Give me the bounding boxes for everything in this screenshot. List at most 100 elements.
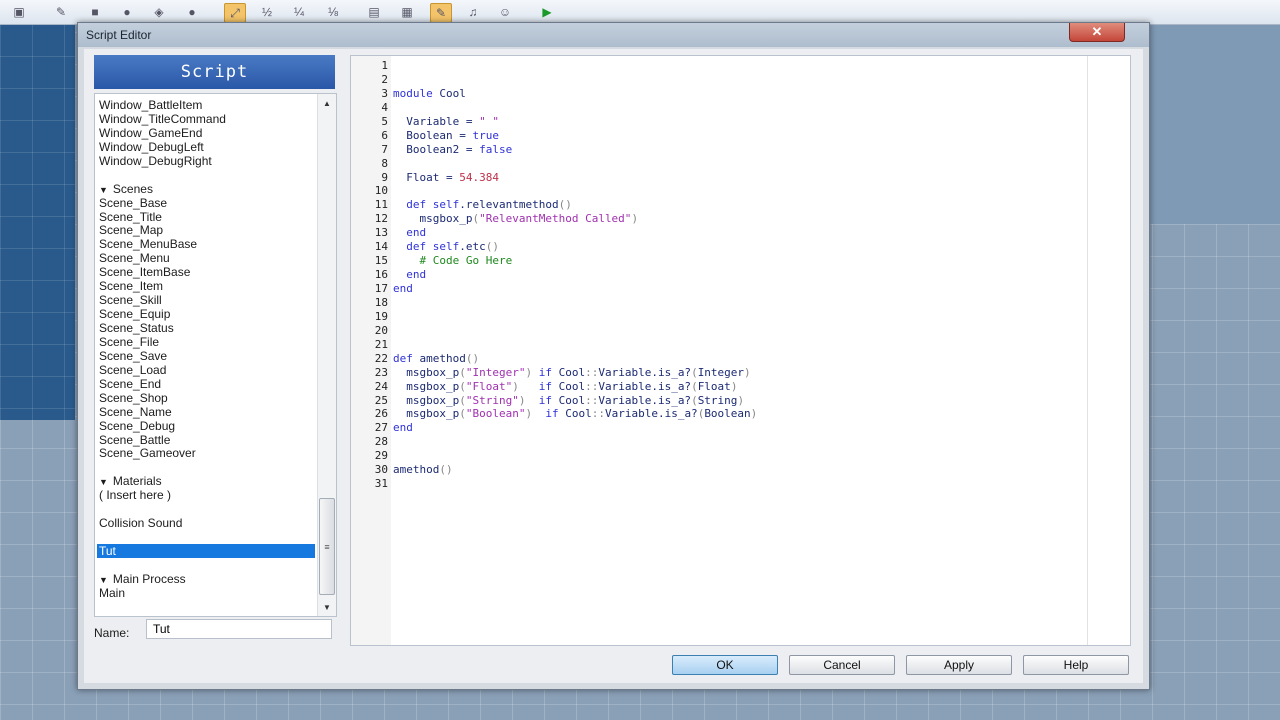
script-name-input[interactable]: [146, 619, 332, 639]
ok-button[interactable]: OK: [672, 655, 778, 675]
help-button[interactable]: Help: [1023, 655, 1129, 675]
code-line[interactable]: 7 Boolean2 = false: [351, 143, 1081, 157]
code-line[interactable]: 10: [351, 184, 1081, 198]
script-list-item[interactable]: Collision Sound: [97, 516, 315, 530]
code-line[interactable]: 19: [351, 310, 1081, 324]
character-icon[interactable]: ☺: [496, 3, 514, 21]
scroll-thumb[interactable]: ≡: [319, 498, 335, 595]
collapse-triangle-icon[interactable]: ▼: [99, 475, 108, 489]
code-line[interactable]: 2: [351, 73, 1081, 87]
cancel-button[interactable]: Cancel: [789, 655, 895, 675]
code-editor[interactable]: 1 2 3 module Cool 4 5 Variable = " " 6 Boolean…: [350, 55, 1131, 646]
script-list-item[interactable]: Window_BattleItem: [97, 98, 315, 112]
select-icon[interactable]: ⤢: [224, 3, 246, 23]
script-list-item[interactable]: Scene_Battle: [97, 433, 315, 447]
code-line[interactable]: 20: [351, 324, 1081, 338]
playtest-icon[interactable]: ▶: [538, 3, 556, 21]
code-token: (: [459, 379, 466, 393]
code-line[interactable]: 8: [351, 157, 1081, 171]
database-icon[interactable]: ▤: [365, 3, 383, 21]
script-list-item-label: Window_GameEnd: [99, 125, 203, 140]
script-list-item[interactable]: Window_DebugLeft: [97, 140, 315, 154]
script-section[interactable]: ▼ Scenes: [97, 182, 315, 196]
code-line[interactable]: 31: [351, 477, 1081, 491]
code-line[interactable]: 21: [351, 338, 1081, 352]
scroll-up-icon[interactable]: ▲: [318, 96, 336, 110]
script-list-item[interactable]: Window_DebugRight: [97, 154, 315, 168]
script-list-item[interactable]: Scene_Shop: [97, 391, 315, 405]
script-list-item[interactable]: Scene_Debug: [97, 419, 315, 433]
script-list-scrollbar[interactable]: ▲ ≡ ▼: [317, 94, 336, 616]
line-number: 20: [374, 323, 388, 337]
collapse-triangle-icon[interactable]: ▼: [99, 183, 108, 197]
window-titlebar[interactable]: Script Editor ✕: [78, 23, 1149, 47]
script-list-item[interactable]: Scene_MenuBase: [97, 237, 315, 251]
code-line[interactable]: 23 msgbox_p("Integer") if Cool::Variable…: [351, 366, 1081, 380]
script-list-item[interactable]: Window_GameEnd: [97, 126, 315, 140]
script-section[interactable]: ▼ Main Process: [97, 572, 315, 586]
pencil-icon[interactable]: ✎: [52, 3, 70, 21]
shadow-pen-icon[interactable]: ●: [183, 3, 201, 21]
script-list-item[interactable]: Scene_Load: [97, 363, 315, 377]
material-icon[interactable]: ▦: [398, 3, 416, 21]
code-line[interactable]: 4: [351, 101, 1081, 115]
ellipse-icon[interactable]: ●: [118, 3, 136, 21]
script-list-item[interactable]: Scene_Gameover: [97, 446, 315, 460]
sound-icon[interactable]: ♫: [464, 3, 482, 21]
code-token: if: [538, 393, 552, 407]
code-line[interactable]: 5 Variable = " ": [351, 115, 1081, 129]
script-list-item[interactable]: Scene_ItemBase: [97, 265, 315, 279]
script-list-item[interactable]: Window_TitleCommand: [97, 112, 315, 126]
code-line[interactable]: 24 msgbox_p("Float") if Cool::Variable.i…: [351, 380, 1081, 394]
apply-button[interactable]: Apply: [906, 655, 1012, 675]
script-list-item[interactable]: Scene_Save: [97, 349, 315, 363]
script-section[interactable]: ▼ Materials: [97, 474, 315, 488]
code-line[interactable]: 9 Float = 54.384: [351, 171, 1081, 185]
code-line[interactable]: 3 module Cool: [351, 87, 1081, 101]
script-list-item-label: Scenes: [112, 181, 153, 196]
script-list-item[interactable]: Scene_Status: [97, 321, 315, 335]
script-list-item[interactable]: Tut: [97, 544, 315, 558]
close-icon[interactable]: ✕: [1069, 23, 1125, 42]
rectangle-icon[interactable]: ■: [86, 3, 104, 21]
code-line[interactable]: 26 msgbox_p("Boolean") if Cool::Variable…: [351, 407, 1081, 421]
script-list-item-label: Scene_Gameover: [99, 446, 196, 461]
code-line[interactable]: 16 end: [351, 268, 1081, 282]
script-list-item[interactable]: Scene_Map: [97, 223, 315, 237]
line-number: 30: [374, 463, 388, 477]
code-line[interactable]: 11 def self.relevantmethod(): [351, 198, 1081, 212]
flood-fill-icon[interactable]: ◈: [150, 3, 168, 21]
code-line[interactable]: 30 amethod(): [351, 463, 1081, 477]
script-list-item[interactable]: ( Insert here ): [97, 488, 315, 502]
code-line[interactable]: 1: [351, 59, 1081, 73]
new-icon[interactable]: ▣: [10, 3, 28, 21]
code-line[interactable]: 18: [351, 296, 1081, 310]
code-line[interactable]: 28: [351, 435, 1081, 449]
collapse-triangle-icon[interactable]: ▼: [99, 573, 108, 587]
script-list-item[interactable]: Main: [97, 586, 315, 600]
code-line[interactable]: 29: [351, 449, 1081, 463]
script-list-item[interactable]: Scene_File: [97, 335, 315, 349]
script-list-item[interactable]: Scene_Name: [97, 405, 315, 419]
code-line[interactable]: 14 def self.etc(): [351, 240, 1081, 254]
zoom-25-icon[interactable]: ⅛: [324, 3, 342, 21]
script-list-item[interactable]: Scene_Menu: [97, 251, 315, 265]
code-line[interactable]: 25 msgbox_p("String") if Cool::Variable.…: [351, 394, 1081, 408]
script-list-item[interactable]: Scene_Skill: [97, 293, 315, 307]
zoom-100-icon[interactable]: ½: [258, 3, 276, 21]
code-line[interactable]: 15 # Code Go Here: [351, 254, 1081, 268]
code-line[interactable]: 13 end: [351, 226, 1081, 240]
script-list-item[interactable]: Scene_End: [97, 377, 315, 391]
script-list-item[interactable]: Scene_Item: [97, 279, 315, 293]
script-list-item[interactable]: Scene_Title: [97, 210, 315, 224]
scroll-down-icon[interactable]: ▼: [318, 600, 336, 614]
code-line[interactable]: 6 Boolean = true: [351, 129, 1081, 143]
code-line[interactable]: 22 def amethod(): [351, 352, 1081, 366]
code-line[interactable]: 12 msgbox_p("RelevantMethod Called"): [351, 212, 1081, 226]
script-list-item[interactable]: Scene_Equip: [97, 307, 315, 321]
script-list-item[interactable]: Scene_Base: [97, 196, 315, 210]
script-icon[interactable]: ✎: [430, 3, 452, 23]
code-line[interactable]: 17 end: [351, 282, 1081, 296]
zoom-50-icon[interactable]: ¼: [290, 3, 308, 21]
code-line[interactable]: 27 end: [351, 421, 1081, 435]
